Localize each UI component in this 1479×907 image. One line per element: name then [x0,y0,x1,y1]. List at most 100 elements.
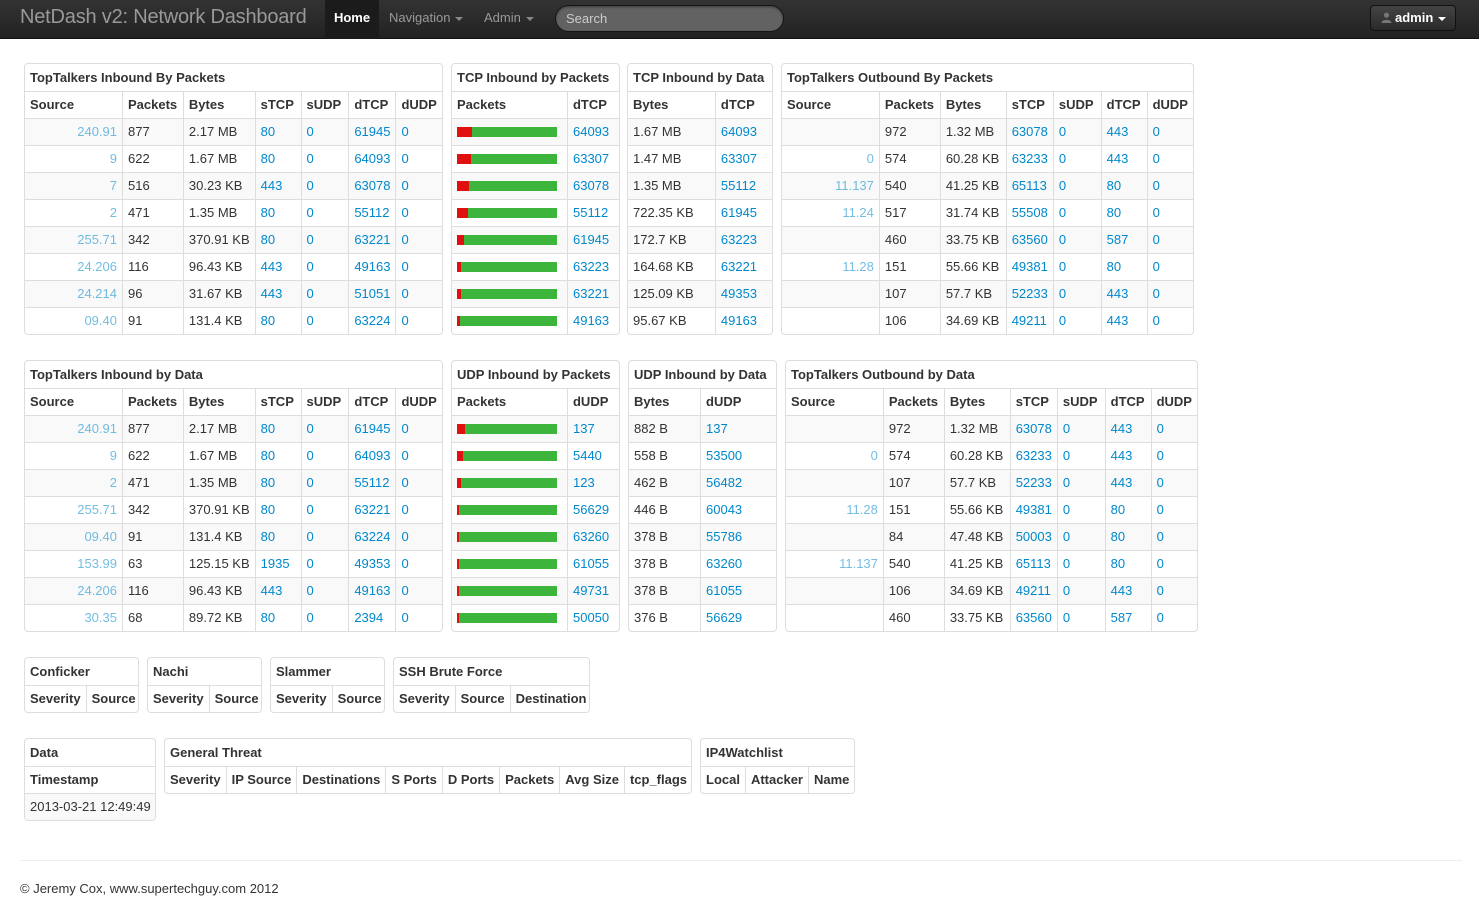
column-header[interactable]: Source [85,684,138,712]
column-header[interactable]: Bytes [943,387,1011,415]
cell-dudp[interactable]: 0 [395,576,442,604]
column-header[interactable]: sUDP [300,387,349,415]
cell-dtcp[interactable]: 80 [1104,522,1152,550]
cell-sudp[interactable]: 0 [1052,306,1102,334]
port-link[interactable]: 443 [1107,313,1129,328]
cell-dudp[interactable]: 55786 [700,522,776,550]
cell-source[interactable]: 7 [25,171,123,199]
port-link[interactable]: 0 [307,313,314,328]
port-link[interactable]: 80 [261,313,275,328]
cell-stcp[interactable]: 63078 [1009,414,1058,442]
cell-dtcp[interactable]: 80 [1100,198,1148,226]
column-header[interactable]: Source [454,684,511,712]
port-link[interactable]: 80 [1107,259,1121,274]
column-header[interactable]: Bytes [182,90,256,118]
column-header[interactable]: Severity [165,765,227,793]
port-link[interactable]: 63224 [354,313,390,328]
cell-dudp[interactable]: 0 [395,468,442,496]
port-link[interactable]: 0 [307,421,314,436]
cell-dtcp[interactable]: 61945 [714,198,772,226]
column-header[interactable]: dTCP [348,387,396,415]
cell-dtcp[interactable]: 2394 [348,603,396,631]
cell-port[interactable]: 63260 [566,522,619,550]
port-link[interactable]: 2394 [354,610,383,625]
port-link[interactable]: 80 [261,502,275,517]
cell-dtcp[interactable]: 80 [1104,549,1152,577]
port-link[interactable]: 49381 [1016,502,1052,517]
port-link[interactable]: 0 [1063,421,1070,436]
column-header[interactable]: dUDP [700,387,776,415]
cell-sudp[interactable]: 0 [300,603,349,631]
port-link[interactable]: 55786 [706,529,742,544]
port-link[interactable]: 80 [261,151,275,166]
cell-source[interactable]: 255.71 [25,495,123,523]
cell-source[interactable] [782,225,880,253]
cell-stcp[interactable]: 49211 [1009,576,1058,604]
column-header[interactable]: dTCP [348,90,396,118]
column-header[interactable]: Packets [122,90,184,118]
column-header[interactable]: Avg Size [559,765,625,793]
column-header[interactable]: Packets [452,90,568,118]
port-link[interactable]: 64093 [354,151,390,166]
cell-source[interactable]: 30.35 [25,603,123,631]
column-header[interactable]: Packets [122,387,184,415]
cell-sudp[interactable]: 0 [1056,603,1106,631]
port-link[interactable]: 55112 [573,205,608,220]
port-link[interactable]: 0 [307,610,314,625]
port-link[interactable]: 80 [1107,205,1121,220]
port-link[interactable]: 0 [1063,448,1070,463]
port-link[interactable]: 53500 [706,448,742,463]
cell-dudp[interactable]: 53500 [700,441,776,469]
nav-navigation-dropdown[interactable]: Navigation [379,0,473,39]
cell-source[interactable]: 24.206 [25,252,123,280]
cell-dudp[interactable]: 0 [1146,198,1193,226]
cell-stcp[interactable]: 55508 [1005,198,1054,226]
column-header[interactable]: sTCP [1009,387,1058,415]
column-header[interactable]: IP Source [225,765,297,793]
cell-stcp[interactable]: 80 [254,441,301,469]
port-link[interactable]: 0 [401,232,408,247]
cell-stcp[interactable]: 65113 [1005,171,1054,199]
port-link[interactable]: 63078 [1012,124,1048,139]
port-link[interactable]: 49163 [721,313,757,328]
cell-stcp[interactable]: 80 [254,468,301,496]
port-link[interactable]: 61055 [706,583,742,598]
cell-sudp[interactable]: 0 [1052,225,1102,253]
cell-source[interactable]: 09.40 [25,522,123,550]
port-link[interactable]: 0 [401,583,408,598]
cell-dtcp[interactable]: 51051 [348,279,396,307]
column-header[interactable]: Timestamp [25,765,155,793]
cell-stcp[interactable]: 80 [254,225,301,253]
cell-dudp[interactable]: 0 [395,225,442,253]
cell-dtcp[interactable]: 443 [1104,441,1152,469]
port-link[interactable]: 0 [1059,151,1066,166]
column-header[interactable]: Severity [148,684,210,712]
port-link[interactable]: 0 [1157,421,1164,436]
port-link[interactable]: 49731 [573,583,609,598]
port-link[interactable]: 63223 [573,259,609,274]
cell-sudp[interactable]: 0 [1052,144,1102,172]
cell-port[interactable]: 61055 [566,549,619,577]
cell-dudp[interactable]: 0 [1146,252,1193,280]
port-link[interactable]: 0 [1059,232,1066,247]
column-header[interactable]: S Ports [385,765,443,793]
cell-sudp[interactable]: 0 [1056,495,1106,523]
cell-dudp[interactable]: 61055 [700,576,776,604]
cell-dudp[interactable]: 0 [1146,171,1193,199]
cell-dtcp[interactable]: 55112 [348,468,396,496]
port-link[interactable]: 0 [401,475,408,490]
cell-dudp[interactable]: 0 [1150,495,1197,523]
cell-dtcp[interactable]: 49163 [348,252,396,280]
cell-port[interactable]: 56629 [566,495,619,523]
cell-dtcp[interactable]: 80 [1100,171,1148,199]
port-link[interactable]: 0 [307,151,314,166]
column-header[interactable]: dUDP [395,387,442,415]
port-link[interactable]: 49163 [354,259,390,274]
port-link[interactable]: 49211 [1012,313,1047,328]
cell-port[interactable]: 63078 [566,171,619,199]
cell-stcp[interactable]: 63233 [1005,144,1054,172]
port-link[interactable]: 0 [1063,556,1070,571]
cell-source[interactable]: 240.91 [25,414,123,442]
cell-dtcp[interactable]: 443 [1104,468,1152,496]
cell-dtcp[interactable]: 64093 [714,117,772,145]
